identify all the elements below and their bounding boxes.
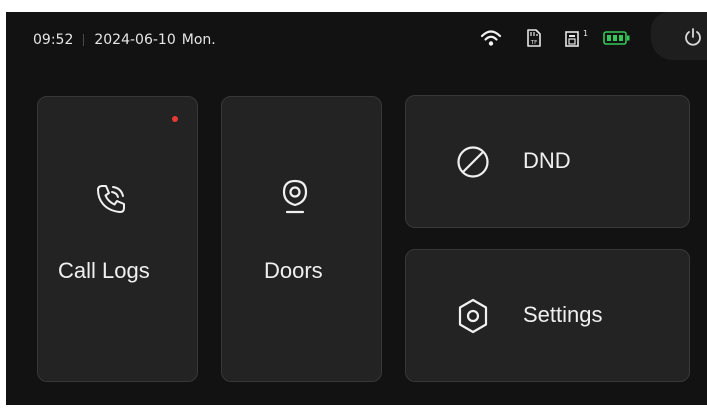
status-datetime: 09:52 2024-06-10 Mon. [33,32,216,48]
status-weekday: Mon. [181,32,216,48]
notification-dot [172,116,178,122]
door-lock-count: 1 [583,29,588,38]
dnd-tile[interactable]: DND [405,95,690,228]
doors-label: Doors [264,258,323,283]
phone-ring-icon [97,185,125,213]
status-divider [83,34,85,46]
battery-icon [603,30,631,54]
sd-card-icon: TF [526,28,542,52]
do-not-disturb-icon [457,146,489,178]
doorbell-camera-icon [282,179,308,214]
settings-label: Settings [523,302,603,327]
sd-card-label: TF [530,40,538,46]
dnd-label: DND [523,148,571,173]
doors-tile[interactable]: Doors [221,96,382,382]
status-date: 2024-06-10 [94,32,176,48]
door-lock-icon: 1 [564,28,590,52]
settings-tile[interactable]: Settings [405,249,690,382]
power-icon [685,28,701,46]
call-logs-tile[interactable]: Call Logs [37,96,198,382]
hexagon-settings-icon [458,298,488,334]
device-screen: 09:52 2024-06-10 Mon. TF 1 Call Logs Doo… [6,12,707,405]
wifi-icon [480,28,502,52]
call-logs-label: Call Logs [58,258,150,283]
status-time: 09:52 [33,32,74,48]
power-button[interactable] [651,12,707,60]
status-bar: 09:52 2024-06-10 Mon. TF 1 [6,12,707,72]
